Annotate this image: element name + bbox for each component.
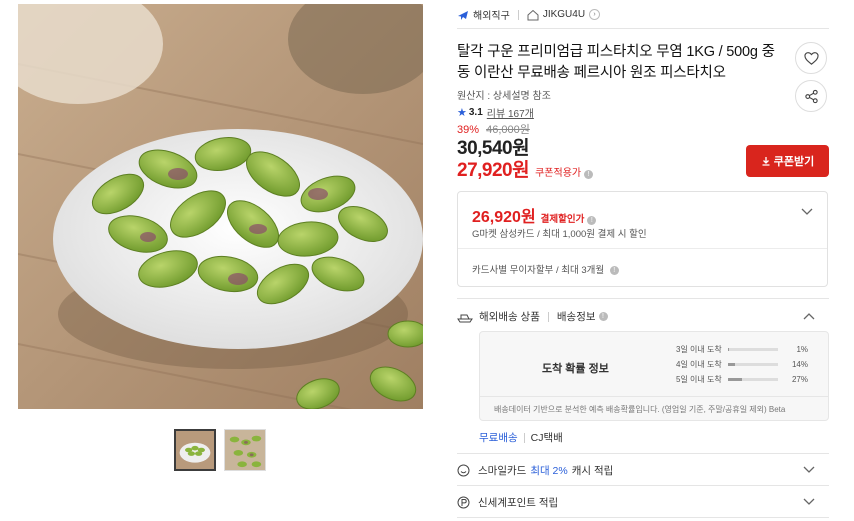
arrival-bar-fill (728, 378, 742, 381)
arrival-probability-note: 배송데이터 기반으로 분석한 예측 배송확률입니다. (영업일 기준, 주말/공… (494, 405, 786, 414)
arrival-bar-fill (728, 348, 729, 351)
review-count-link[interactable]: 리뷰 167개 (487, 105, 534, 120)
installment-text: 카드사별 무이자할부 / 최대 3개월 ! (472, 262, 619, 276)
smile-icon (457, 464, 470, 477)
ship-icon (457, 314, 473, 322)
installment-label: 카드사별 무이자할부 / 최대 3개월 (472, 265, 605, 276)
info-icon[interactable]: ! (584, 170, 594, 179)
arrival-bar (728, 378, 778, 381)
thumbnail-list (174, 429, 266, 471)
smile-card-label: 스마일카드 (478, 465, 527, 477)
wishlist-button[interactable] (795, 42, 827, 74)
coupon-price-row: 27,920원 쿠폰적용가 ! (457, 155, 594, 182)
shinsegae-point-row[interactable]: 신세계포인트 적립 (457, 495, 558, 510)
chevron-up-icon[interactable] (803, 312, 815, 320)
arrival-probability-box: 도착 확률 정보 3일 이내 도착 1% 4일 이내 도착 14% 5일 이내 … (479, 331, 829, 421)
shipping-type-row: 무료배송 CJ택배 (479, 430, 563, 445)
divider (523, 432, 525, 443)
heart-icon (803, 51, 819, 65)
arrival-row-pct: 14% (791, 360, 808, 369)
divider (457, 298, 829, 299)
arrival-row-label: 3일 이내 도착 (676, 345, 722, 354)
free-shipping-label: 무료배송 (479, 432, 518, 444)
divider (547, 311, 549, 322)
smile-card-suffix: 캐시 적립 (571, 465, 614, 477)
divider (458, 248, 827, 249)
shipping-info-label: 배송정보 (556, 311, 596, 323)
shinsegae-point-label: 신세계포인트 적립 (478, 497, 559, 509)
origin-text: 원산지 : 상세설명 참조 (457, 91, 551, 102)
airplane-icon (458, 10, 468, 20)
divider (457, 453, 829, 454)
divider (457, 485, 829, 486)
shipping-header: 해외배송 상품 배송정보 ! (457, 309, 608, 324)
share-button[interactable] (795, 80, 827, 112)
thumbnail-1[interactable] (174, 429, 216, 471)
download-icon (762, 157, 770, 166)
coupon-price-label: 쿠폰적용가 (535, 168, 582, 179)
product-info-panel: 해외직구 JIKGU4U › 탈각 구운 프리미엄급 피스타치오 무염 1KG … (457, 0, 829, 521)
get-coupon-button[interactable]: 쿠폰받기 (746, 145, 829, 177)
smile-card-row[interactable]: 스마일카드 최대 2% 캐시 적립 (457, 463, 613, 478)
arrival-row: 4일 이내 도착 14% (676, 359, 808, 370)
store-name-link[interactable]: JIKGU4U (543, 9, 585, 20)
divider (517, 9, 519, 20)
product-title: 탈각 구운 프리미엄급 피스타치오 무염 1KG / 500g 중동 이란산 무… (457, 44, 775, 81)
divider (457, 28, 829, 29)
arrival-bar (728, 348, 778, 351)
info-icon[interactable]: ! (609, 265, 619, 275)
card-discount-box[interactable]: 26,920원 결제할인가 ! G마켓 삼성카드 / 최대 1,000원 결제 … (457, 191, 828, 287)
card-price-row: 26,920원 결제할인가 ! (472, 203, 597, 227)
card-discount-price: 26,920원 (472, 209, 536, 226)
coupon-price: 27,920원 (457, 160, 530, 181)
arrival-row: 3일 이내 도착 1% (676, 344, 808, 355)
arrival-row: 5일 이내 도착 27% (676, 374, 808, 385)
star-icon: ★ (457, 107, 467, 119)
arrival-row-pct: 1% (796, 345, 808, 354)
store-icon (527, 9, 539, 20)
rating-row: ★ 3.1 리뷰 167개 (457, 105, 534, 120)
carrier-label: CJ택배 (530, 432, 563, 444)
info-icon[interactable]: ! (598, 312, 608, 321)
card-discount-desc: G마켓 삼성카드 / 최대 1,000원 결제 시 할인 (472, 229, 647, 240)
arrival-bar (728, 363, 778, 366)
info-icon[interactable]: ! (587, 216, 597, 225)
arrival-row-pct: 27% (791, 375, 808, 384)
get-coupon-label: 쿠폰받기 (773, 156, 815, 168)
seller-row: 해외직구 JIKGU4U › (457, 7, 601, 22)
arrival-bar-fill (728, 363, 735, 366)
overseas-badge: 해외직구 (473, 11, 510, 22)
point-icon (457, 496, 470, 509)
thumbnail-2[interactable] (224, 429, 266, 471)
arrival-row-label: 4일 이내 도착 (676, 360, 722, 369)
chevron-down-icon[interactable] (803, 466, 815, 474)
chevron-down-icon[interactable] (801, 208, 813, 216)
overseas-shipping-label: 해외배송 상품 (479, 311, 540, 323)
chevron-right-icon[interactable]: › (589, 9, 601, 20)
arrival-probability-title: 도착 확률 정보 (542, 363, 609, 375)
product-main-image[interactable] (18, 4, 423, 409)
arrival-row-label: 5일 이내 도착 (676, 375, 722, 384)
rating-score: 3.1 (468, 107, 483, 118)
card-discount-label: 결제할인가 (540, 214, 585, 225)
divider (457, 517, 829, 518)
chevron-down-icon[interactable] (803, 498, 815, 506)
smile-card-rate: 최대 2% (530, 465, 568, 477)
divider (480, 396, 828, 397)
share-icon (804, 89, 818, 103)
